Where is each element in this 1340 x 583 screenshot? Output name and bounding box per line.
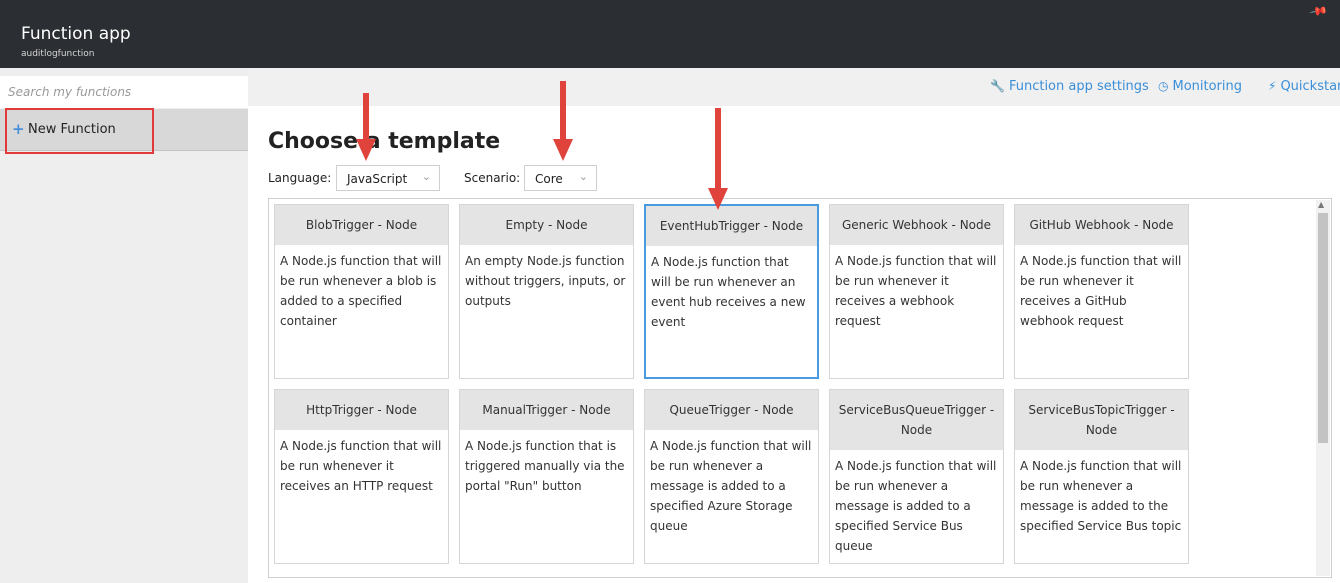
scenario-select[interactable]: Core ⌄ [524, 165, 597, 191]
template-card-description: A Node.js function that will be run when… [280, 254, 442, 328]
template-card-servicebusqueuetrigger[interactable]: ServiceBusQueueTrigger - Node A Node.js … [829, 389, 1004, 564]
quickstart-link[interactable]: ⚡Quickstart [1268, 79, 1340, 94]
template-card-description: A Node.js function that will be run when… [835, 254, 997, 328]
template-card-generic-webhook[interactable]: Generic Webhook - Node A Node.js functio… [829, 204, 1004, 379]
template-card-servicebustopictrigger[interactable]: ServiceBusTopicTrigger - Node A Node.js … [1014, 389, 1189, 564]
template-card-httptrigger[interactable]: HttpTrigger - Node A Node.js function th… [274, 389, 449, 564]
toolbar: 🔧 Function app settings ◷ Monitoring ⚡ Quic… [248, 68, 1340, 106]
annotation-arrow-eventhub [708, 108, 728, 212]
language-value: JavaScript [347, 172, 408, 186]
template-card-title: ManualTrigger - Node [460, 390, 633, 430]
template-card-description: A Node.js function that will be run when… [835, 459, 997, 553]
template-card-description: A Node.js function that will be run when… [1020, 459, 1182, 533]
language-label: Language: [268, 171, 332, 185]
template-card-title: GitHub Webhook - Node [1015, 205, 1188, 245]
scenario-value: Core [535, 172, 563, 186]
template-card-queuetrigger[interactable]: QueueTrigger - Node A Node.js function t… [644, 389, 819, 564]
template-card-title: HttpTrigger - Node [275, 390, 448, 430]
template-card-description: A Node.js function that will be run when… [280, 439, 442, 493]
app-header: Function app auditlogfunction 📌 [0, 0, 1340, 68]
template-card-description: A Node.js function that will be run when… [1020, 254, 1182, 328]
template-card-github-webhook[interactable]: GitHub Webhook - Node A Node.js function… [1014, 204, 1189, 379]
template-card-title: QueueTrigger - Node [645, 390, 818, 430]
wrench-icon: 🔧 [990, 79, 1005, 93]
monitoring-link[interactable]: ◷ Monitoring [1158, 79, 1242, 94]
template-card-title: EventHubTrigger - Node [646, 206, 817, 246]
template-card-description: A Node.js function that is triggered man… [465, 439, 625, 493]
scenario-label: Scenario: [464, 171, 521, 185]
clock-icon: ◷ [1158, 79, 1169, 93]
template-card-blobtrigger[interactable]: BlobTrigger - Node A Node.js function th… [274, 204, 449, 379]
template-card-title: ServiceBusTopicTrigger - Node [1015, 390, 1188, 450]
chevron-down-icon: ⌄ [421, 170, 431, 183]
template-card-title: BlobTrigger - Node [275, 205, 448, 245]
search-input[interactable] [0, 76, 248, 108]
page-title: Choose a template [268, 129, 501, 154]
template-card-description: A Node.js function that will be run when… [650, 439, 812, 533]
template-card-eventhubtrigger[interactable]: EventHubTrigger - Node A Node.js functio… [644, 204, 819, 379]
template-card-empty[interactable]: Empty - Node An empty Node.js function w… [459, 204, 634, 379]
template-card-manualtrigger[interactable]: ManualTrigger - Node A Node.js function … [459, 389, 634, 564]
template-card-title: Empty - Node [460, 205, 633, 245]
function-app-settings-link[interactable]: 🔧 Function app settings [990, 79, 1149, 94]
template-card-title: Generic Webhook - Node [830, 205, 1003, 245]
app-subtitle: auditlogfunction [21, 49, 95, 59]
template-card-description: An empty Node.js function without trigge… [465, 254, 626, 308]
highlight-box [5, 108, 154, 154]
sidebar: + New Function [0, 68, 248, 583]
template-card-description: A Node.js function that will be run when… [651, 255, 806, 329]
annotation-arrow-language [356, 93, 376, 163]
scrollbar-thumb[interactable] [1318, 213, 1328, 443]
language-select[interactable]: JavaScript ⌄ [336, 165, 440, 191]
pin-icon[interactable]: 📌 [1308, 1, 1328, 21]
scroll-up-icon[interactable]: ▲ [1318, 200, 1324, 209]
template-card-title: ServiceBusQueueTrigger - Node [830, 390, 1003, 450]
app-title: Function app [21, 24, 131, 44]
annotation-arrow-scenario [553, 81, 573, 163]
chevron-down-icon: ⌄ [578, 170, 588, 183]
lightning-icon: ⚡ [1268, 79, 1277, 93]
